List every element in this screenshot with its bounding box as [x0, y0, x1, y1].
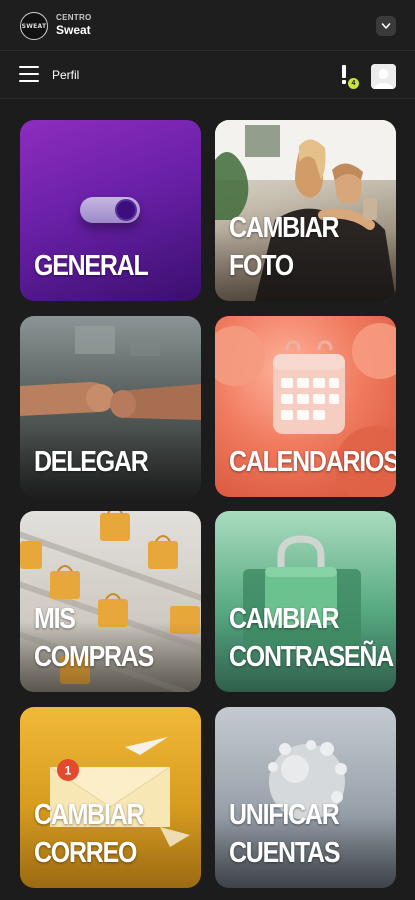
tile-label: UNIFICAR CUENTAS: [229, 799, 340, 869]
tile-calendarios[interactable]: CALENDARIOS: [215, 316, 396, 497]
notification-badge: 4: [348, 78, 359, 89]
tile-label: CAMBIAR FOTO: [229, 212, 340, 282]
tile-label: DELEGAR: [34, 446, 149, 478]
tile-general[interactable]: GENERAL: [20, 120, 201, 301]
tile-mis-compras[interactable]: MIS COMPRAS: [20, 511, 201, 692]
exclamation-icon: [342, 65, 346, 78]
tile-delegar[interactable]: DELEGAR: [20, 316, 201, 497]
tile-label: GENERAL: [34, 250, 149, 282]
top-bar: SWEAT CENTRO Sweat: [0, 0, 415, 51]
hamburger-menu-icon[interactable]: [19, 66, 39, 82]
tile-label: MIS COMPRAS: [34, 603, 154, 673]
chevron-down-icon: [381, 23, 391, 29]
tile-cambiar-correo[interactable]: 1 CAMBIAR CORREO: [20, 707, 201, 888]
toggle-switch-icon: [80, 197, 140, 223]
notifications-button[interactable]: 4: [337, 63, 361, 89]
user-avatar[interactable]: [371, 64, 396, 89]
center-selector-button[interactable]: [376, 16, 396, 36]
brand-subtitle: CENTRO: [56, 13, 92, 22]
tile-label: CAMBIAR CORREO: [34, 799, 145, 869]
tile-unificar-cuentas[interactable]: UNIFICAR CUENTAS: [215, 707, 396, 888]
page-title: Perfil: [52, 68, 80, 82]
email-badge: 1: [65, 764, 72, 778]
user-silhouette-icon: [371, 64, 396, 89]
tile-cambiar-contrasena[interactable]: CAMBIAR CONTRASEÑA: [215, 511, 396, 692]
nav-bar: Perfil 4: [0, 52, 415, 99]
brand-logo[interactable]: SWEAT: [20, 12, 48, 40]
brand-name: Sweat: [56, 23, 91, 37]
tile-label: CALENDARIOS: [229, 446, 396, 478]
tile-label: CAMBIAR CONTRASEÑA: [229, 603, 394, 673]
tile-cambiar-foto[interactable]: CAMBIAR FOTO: [215, 120, 396, 301]
